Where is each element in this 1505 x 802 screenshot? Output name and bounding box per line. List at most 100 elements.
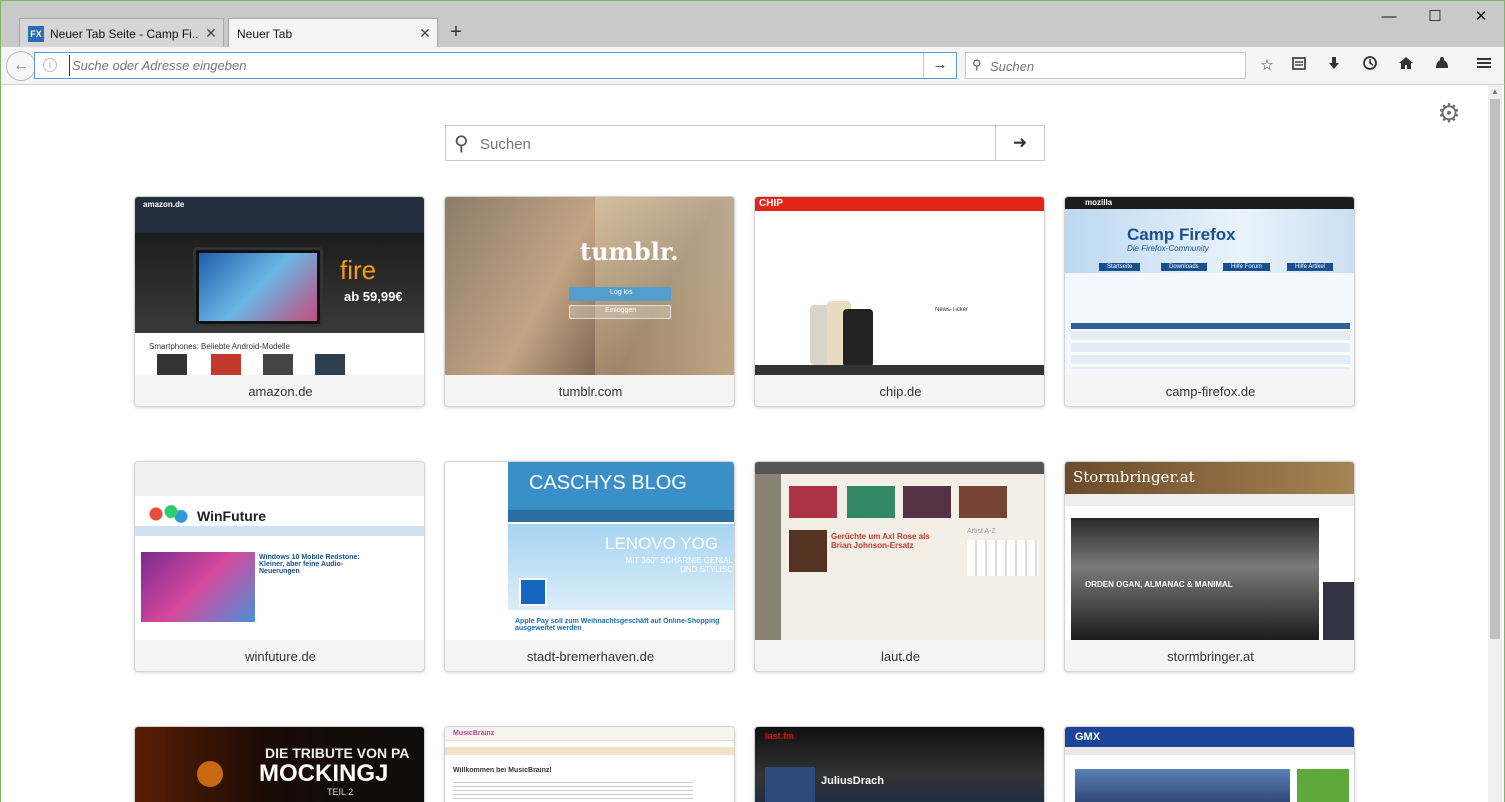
tile-laut[interactable]: Gerüchte um Axl Rose als Brian Johnson-E… [754,461,1045,672]
camp-nav-item: Downloads [1161,263,1207,271]
musicbrainz-brand: MusicBrainz [453,730,495,737]
tile-thumbnail: MusicBrainz Willkommen bei MusicBrainz! [445,727,734,802]
tumblr-login-button: Log los [610,289,633,296]
lastfm-username: JuliusDrach [821,775,884,787]
tile-amazon[interactable]: amazon.de fire ab 59,99€ Smartphones: Be… [134,196,425,407]
history-icon[interactable] [1358,55,1382,77]
tile-thumbnail: GMX [1065,727,1354,802]
laut-artist-az: Artist A-Z [967,528,996,535]
tile-musicbrainz[interactable]: MusicBrainz Willkommen bei MusicBrainz! [444,726,735,802]
maximize-button[interactable]: ☐ [1412,5,1458,29]
lastfm-brand: last.fm [765,731,795,741]
download-icon[interactable] [1322,55,1346,77]
tile-tumblr[interactable]: tumblr. Log los Einloggen tumblr.com [444,196,735,407]
tile-chip[interactable]: CHIP News-Ticker chip.de [754,196,1045,407]
movie-main-title: MOCKINGJ [259,760,389,787]
mozilla-brand: mozilla [1085,198,1113,207]
reading-list-icon[interactable] [1287,55,1311,77]
scroll-up-icon[interactable]: ▲ [1488,85,1502,99]
tile-stadt-bremerhaven[interactable]: CASCHYS BLOG LENOVO YOG MIT 360° SCHARNI… [444,461,735,672]
pocket-icon[interactable] [1430,55,1454,77]
tile-thumbnail: Gerüchte um Axl Rose als Brian Johnson-E… [755,462,1044,640]
tile-mockingjay[interactable]: DIE TRIBUTE VON PA MOCKINGJ TEIL 2 [134,726,425,802]
lenovo-ad-headline: LENOVO YOG [605,534,719,553]
bremerhaven-news: Apple Pay soll zum Weihnachtsgeschäft au… [515,618,720,632]
page-search-box[interactable]: ⚲ ➜ [445,125,1045,161]
back-arrow-icon: ← [13,57,29,74]
tile-label: stormbringer.at [1065,640,1354,671]
star-icon[interactable]: ☆ [1255,55,1279,77]
tile-winfuture[interactable]: WinFuture Windows 10 Mobile Redstone: Kl… [134,461,425,672]
close-tab-icon[interactable]: ✕ [199,25,223,42]
amazon-subhead: Smartphones: Beliebte Android-Modelle [149,342,290,351]
search-icon: ⚲ [972,57,982,72]
chip-news-ticker: News-Ticker [935,307,969,313]
info-icon[interactable]: i [43,58,57,72]
home-icon[interactable] [1394,55,1418,77]
search-icon: ⚲ [454,133,469,155]
gear-icon[interactable]: ⚙ [1435,99,1463,127]
stormbringer-logo: Stormbringer.at [1073,468,1195,486]
go-arrow-icon[interactable]: → [923,53,956,78]
tile-label: camp-firefox.de [1065,375,1354,406]
tab-camp-firefox[interactable]: FX Neuer Tab Seite - Camp Fi... ✕ [19,18,224,48]
tile-label: amazon.de [135,375,424,406]
tumblr-signup-button: Einloggen [605,307,637,314]
tile-thumbnail: WinFuture Windows 10 Mobile Redstone: Kl… [135,462,424,640]
caschys-blog-logo: CASCHYS BLOG [529,472,687,494]
musicbrainz-welcome: Willkommen bei MusicBrainz! [453,767,552,774]
camp-nav-item: Startseite [1099,263,1141,271]
laut-headline: Gerüchte um Axl Rose als Brian Johnson-E… [831,532,930,550]
tile-thumbnail: CASCHYS BLOG LENOVO YOG MIT 360° SCHARNI… [445,462,734,640]
new-tab-button[interactable]: + [445,20,467,44]
tile-label: laut.de [755,640,1044,671]
search-bar[interactable]: ⚲ [965,52,1246,79]
tile-thumbnail: amazon.de fire ab 59,99€ Smartphones: Be… [135,197,424,375]
url-input[interactable] [69,55,919,76]
minimize-button[interactable]: — [1366,5,1412,29]
tile-thumbnail: last.fm JuliusDrach [755,727,1044,802]
vertical-scrollbar[interactable]: ▲ [1488,85,1502,802]
movie-subtitle: TEIL 2 [327,787,354,797]
search-submit-arrow-icon[interactable]: ➜ [995,126,1044,160]
chip-logo: CHIP [759,198,783,209]
tab-title: Neuer Tab Seite - Camp Fi... [50,26,199,41]
tile-label: stadt-bremerhaven.de [445,640,734,671]
winfuture-headline: Windows 10 Mobile Redstone: Kleiner, abe… [259,554,360,575]
tile-stormbringer[interactable]: Stormbringer.at ORDEN OGAN, ALMANAC & MA… [1064,461,1355,672]
scrollbar-thumb[interactable] [1490,99,1500,639]
tile-lastfm[interactable]: last.fm JuliusDrach [754,726,1045,802]
amazon-promo-text: fire [340,255,377,285]
navigation-toolbar: ← i → ⚲ ☆ [0,47,1505,85]
back-button[interactable]: ← [6,51,36,81]
camp-nav-item: Hilfe Forum [1223,263,1271,271]
title-bar: FX Neuer Tab Seite - Camp Fi... ✕ Neuer … [0,0,1505,48]
url-bar[interactable]: i → [34,52,957,79]
camp-firefox-favicon-icon: FX [28,25,44,42]
tab-new-tab[interactable]: Neuer Tab ✕ [228,18,438,48]
stormbringer-caption: ORDEN OGAN, ALMANAC & MANIMAL [1085,580,1233,589]
close-tab-icon[interactable]: ✕ [413,25,437,42]
menu-icon[interactable] [1472,55,1496,77]
search-input[interactable] [990,56,1240,76]
camp-nav-item: Hilfe Artikel [1287,263,1334,271]
tile-thumbnail: Stormbringer.at ORDEN OGAN, ALMANAC & MA… [1065,462,1354,640]
tile-camp-firefox[interactable]: mozilla Camp Firefox Die Firefox-Communi… [1064,196,1355,407]
new-tab-page: ⚙ ⚲ ➜ amazon.de fire ab 59,99€ Smartphon… [0,85,1505,802]
tile-thumbnail: tumblr. Log los Einloggen [445,197,734,375]
amazon-logo: amazon.de [143,200,185,209]
tile-gmx[interactable]: GMX [1064,726,1355,802]
tile-label: winfuture.de [135,640,424,671]
winfuture-logo: WinFuture [197,508,267,524]
tab-title: Neuer Tab [237,26,293,41]
tile-thumbnail: DIE TRIBUTE VON PA MOCKINGJ TEIL 2 [135,727,424,802]
amazon-price: ab 59,99€ [344,289,403,304]
page-search-input[interactable] [480,133,980,155]
close-window-button[interactable]: ✕ [1458,5,1504,29]
tile-label: chip.de [755,375,1044,406]
lenovo-ad-subline: MIT 360° SCHARNIE GENIAL UND STYLISC [625,556,733,574]
tumblr-logo: tumblr. [580,237,679,266]
camp-firefox-subtitle: Die Firefox-Community [1127,244,1209,253]
tile-thumbnail: mozilla Camp Firefox Die Firefox-Communi… [1065,197,1354,375]
gmx-brand: GMX [1075,731,1101,743]
